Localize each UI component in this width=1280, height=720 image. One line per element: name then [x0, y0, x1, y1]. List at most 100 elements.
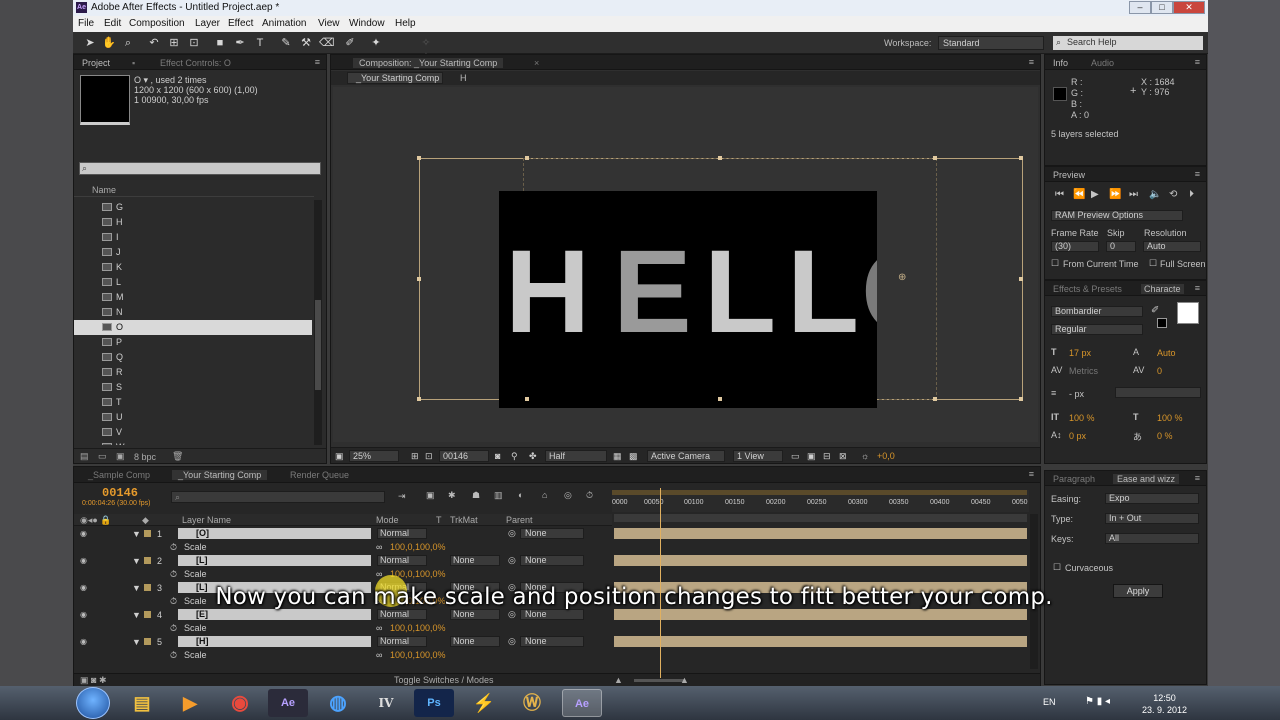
layer-name[interactable]: [O]	[178, 528, 371, 539]
trkmat-dropdown[interactable]: None	[450, 636, 500, 647]
transform-handle[interactable]	[1019, 277, 1023, 281]
camera-view-dropdown[interactable]: Active Camera	[647, 450, 725, 462]
transform-handle[interactable]	[718, 156, 722, 160]
eye-icon[interactable]: ◉	[80, 637, 89, 646]
transform-handle[interactable]	[525, 397, 529, 401]
panel-menu-icon[interactable]: ≡	[1195, 473, 1200, 483]
stopwatch-icon[interactable]: ⏱	[586, 490, 593, 501]
resolution-dropdown[interactable]: Auto	[1143, 241, 1201, 252]
flowchart-icon[interactable]: ⊠	[839, 451, 847, 462]
panel-menu-icon[interactable]: ≡	[1195, 169, 1200, 179]
system-clock[interactable]: 12:50 23. 9. 2012	[1142, 692, 1187, 716]
menu-window[interactable]: Window	[349, 18, 385, 29]
vertical-scale-value[interactable]: 100 %	[1069, 413, 1095, 423]
comp-mini-flowchart-icon[interactable]: ⇥	[398, 491, 406, 502]
wow-icon[interactable]: Ⓦ	[512, 689, 552, 717]
workspace-dropdown[interactable]: Standard	[938, 36, 1044, 50]
font-size-value[interactable]: 17 px	[1069, 348, 1091, 358]
layer-label-color[interactable]	[144, 557, 151, 564]
twirl-down-icon[interactable]: ▼	[132, 556, 141, 566]
pick-whip-icon[interactable]: ◎	[508, 555, 516, 566]
project-item[interactable]: T	[74, 395, 312, 410]
stopwatch-icon[interactable]: ⏱	[170, 569, 177, 580]
timeline-zoom-slider[interactable]	[634, 679, 684, 682]
project-item[interactable]: R	[74, 365, 312, 380]
work-area-range[interactable]	[614, 514, 1027, 522]
transform-handle[interactable]	[417, 277, 421, 281]
pick-whip-icon[interactable]: ◎	[508, 609, 516, 620]
project-item[interactable]: K	[74, 260, 312, 275]
media-player-icon[interactable]: ▶	[170, 689, 210, 717]
layer-mode-dropdown[interactable]: Normal	[377, 609, 427, 620]
menu-composition[interactable]: Composition	[129, 18, 185, 29]
tab-effects-presets[interactable]: Effects & Presets	[1053, 284, 1122, 294]
layer-duration-bar[interactable]	[614, 528, 1027, 539]
tab-character[interactable]: Characte	[1141, 284, 1184, 294]
timeline-search-input[interactable]: ⌕	[171, 491, 385, 503]
scale-value[interactable]: 100,0,100,0%	[390, 650, 446, 660]
camera-tool-icon[interactable]: ⊞	[167, 36, 181, 50]
new-folder-icon[interactable]: ▭	[98, 451, 107, 462]
resolution-dropdown[interactable]: Half	[545, 450, 607, 462]
show-snapshot-icon[interactable]: ⚲	[511, 451, 518, 462]
selection-tool-icon[interactable]: ➤	[83, 36, 97, 50]
zoom-in-icon[interactable]: ▲	[680, 675, 689, 685]
project-item[interactable]: W	[74, 440, 312, 445]
trkmat-dropdown[interactable]: None	[450, 555, 500, 566]
project-item[interactable]: M	[74, 290, 312, 305]
panel-menu-icon[interactable]: ≡	[1195, 283, 1200, 293]
scale-value[interactable]: 100,0,100,0%	[390, 623, 446, 633]
horizontal-scale-value[interactable]: 100 %	[1157, 413, 1183, 423]
toggle-pixel-aspect-icon[interactable]: ▭	[791, 451, 800, 462]
region-of-interest-icon[interactable]: ⊡	[425, 451, 433, 462]
current-time-indicator[interactable]	[660, 488, 661, 678]
exposure-icon[interactable]: ☼	[861, 451, 869, 461]
frame-blending-icon[interactable]: ▥	[494, 490, 503, 501]
leading-value[interactable]: Auto	[1157, 348, 1176, 358]
ram-preview-icon[interactable]: ⏵	[1189, 189, 1194, 200]
time-ruler[interactable]: 0000 00050 00100 00150 00200 00250 00300…	[612, 490, 1029, 512]
link-icon[interactable]: ∞	[376, 650, 382, 660]
timeline-layer-row[interactable]: ◉ ▼ 2 [L] Normal None ◎ None	[74, 554, 612, 568]
layer-label-color[interactable]	[144, 611, 151, 618]
parent-dropdown[interactable]: None	[520, 636, 584, 647]
tab-preview[interactable]: Preview	[1053, 170, 1085, 180]
panel-menu-icon[interactable]: ≡	[1029, 469, 1034, 479]
project-item[interactable]: U	[74, 410, 312, 425]
tab-render-queue[interactable]: Render Queue	[290, 470, 349, 480]
eye-icon[interactable]: ◉	[80, 610, 89, 619]
graph-editor-icon[interactable]: ⌂	[542, 490, 547, 500]
link-icon[interactable]: ∞	[376, 542, 382, 552]
fill-color-swatch[interactable]	[1177, 302, 1199, 324]
layer-mode-dropdown[interactable]: Normal	[377, 528, 427, 539]
project-item[interactable]: J	[74, 245, 312, 260]
start-button[interactable]	[76, 687, 110, 719]
tracking-value[interactable]: 0	[1157, 366, 1162, 376]
menu-help[interactable]: Help	[395, 18, 416, 29]
snapshot-icon[interactable]: ◙	[495, 451, 500, 461]
tsume-value[interactable]: 0 %	[1157, 431, 1173, 441]
layer-name[interactable]: [H]	[178, 636, 371, 647]
project-item-selected[interactable]: O	[74, 320, 312, 335]
language-indicator[interactable]: EN	[1043, 697, 1056, 707]
project-scrollbar[interactable]	[314, 200, 322, 445]
transform-handle[interactable]	[417, 156, 421, 160]
brainstorm-icon[interactable]: ◎	[564, 490, 572, 501]
eye-icon[interactable]: ◉	[80, 529, 89, 538]
after-effects-icon[interactable]: Ae	[268, 689, 308, 717]
timeline-icon[interactable]: ⊟	[823, 451, 831, 462]
keys-dropdown[interactable]: All	[1105, 533, 1199, 544]
trkmat-dropdown[interactable]: None	[450, 609, 500, 620]
fast-previews-icon[interactable]: ▦	[613, 451, 622, 462]
panel-menu-icon[interactable]: ≡	[1029, 57, 1034, 67]
parent-dropdown[interactable]: None	[520, 528, 584, 539]
scrollbar-thumb[interactable]	[315, 300, 321, 390]
tab-composition[interactable]: Composition: _Your Starting Comp	[353, 58, 504, 68]
project-item[interactable]: G	[74, 200, 312, 215]
magnification-dropdown[interactable]: 25%	[349, 450, 399, 462]
stopwatch-icon[interactable]: ⏱	[170, 623, 177, 634]
type-dropdown[interactable]: In + Out	[1105, 513, 1199, 524]
twirl-down-icon[interactable]: ▼	[132, 610, 141, 620]
parent-dropdown[interactable]: None	[520, 555, 584, 566]
tab-effect-controls[interactable]: Effect Controls: O	[160, 58, 231, 68]
